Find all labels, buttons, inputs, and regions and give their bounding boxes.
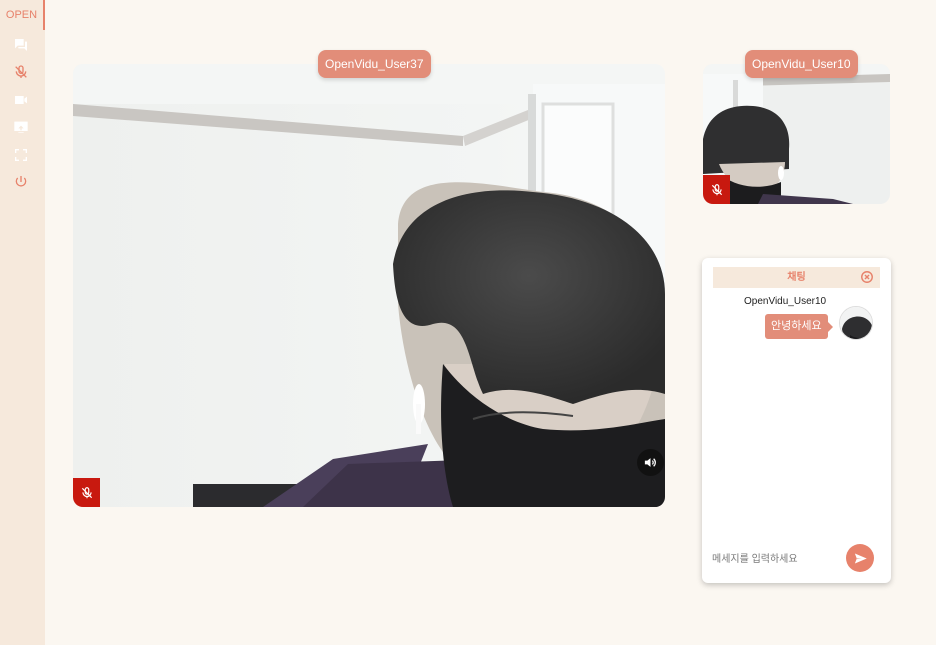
small-video-feed: [703, 64, 890, 204]
small-video-mute-badge: [703, 175, 730, 204]
small-video-name-tag: OpenVidu_User10: [745, 50, 858, 78]
avatar: [839, 306, 873, 340]
screen-share-icon[interactable]: [12, 118, 30, 136]
chat-panel: 채팅 OpenVidu_User10 안녕하세요: [702, 258, 891, 583]
main-video-name-tag: OpenVidu_User37: [318, 50, 431, 78]
main-video-feed: [73, 64, 665, 507]
main-video[interactable]: [73, 64, 665, 507]
app-logo[interactable]: OPEN: [0, 0, 45, 30]
send-icon: [854, 553, 867, 563]
send-button[interactable]: [846, 544, 874, 572]
fullscreen-icon[interactable]: [12, 146, 30, 164]
message-username: OpenVidu_User10: [744, 296, 827, 307]
close-icon[interactable]: [860, 270, 874, 284]
message-bubble: 안녕하세요: [765, 314, 833, 339]
mic-off-icon[interactable]: [12, 63, 30, 81]
chat-title: 채팅: [787, 272, 806, 283]
chat-header: 채팅: [713, 267, 880, 288]
videocam-icon[interactable]: [12, 91, 30, 109]
chat-icon[interactable]: [12, 36, 30, 54]
main-video-mute-badge: [73, 478, 100, 507]
power-icon[interactable]: [12, 173, 30, 191]
chat-message-input[interactable]: [712, 548, 842, 570]
sidebar: OPEN: [0, 0, 45, 645]
small-video[interactable]: [703, 64, 890, 204]
volume-icon[interactable]: [637, 449, 664, 476]
